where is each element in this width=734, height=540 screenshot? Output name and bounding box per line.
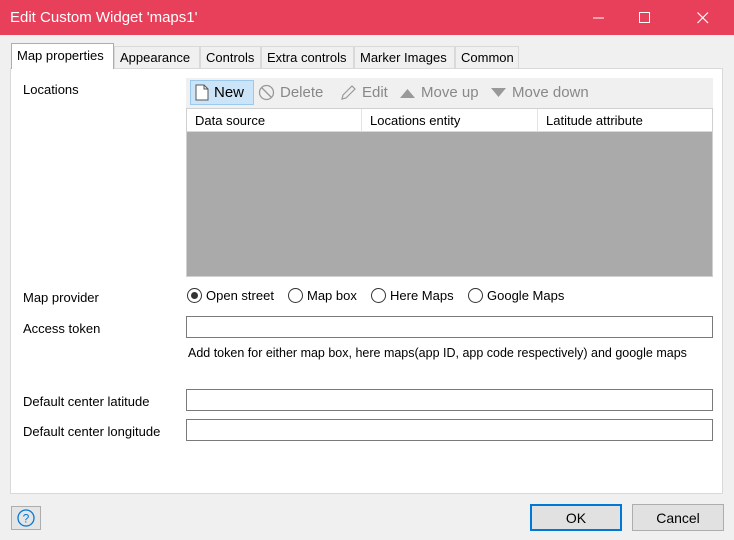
edit-pencil-icon xyxy=(341,85,356,100)
maximize-icon xyxy=(639,11,650,23)
radio-map-box[interactable]: Map box xyxy=(288,288,357,303)
access-token-hint: Add token for either map box, here maps(… xyxy=(188,346,687,360)
tab-marker-images[interactable]: Marker Images xyxy=(354,46,455,68)
edit-button-label: Edit xyxy=(362,84,388,101)
radio-button[interactable] xyxy=(371,288,386,303)
radio-label: Open street xyxy=(206,288,274,303)
radio-label: Google Maps xyxy=(487,288,565,303)
default-center-latitude-input[interactable] xyxy=(186,389,713,411)
default-center-longitude-input[interactable] xyxy=(186,419,713,441)
svg-text:?: ? xyxy=(23,512,30,526)
radio-button[interactable] xyxy=(288,288,303,303)
close-icon xyxy=(697,11,709,23)
access-token-label: Access token xyxy=(23,321,101,336)
cancel-button[interactable]: Cancel xyxy=(632,504,724,531)
move-up-button-label: Move up xyxy=(421,84,479,101)
map-provider-label: Map provider xyxy=(23,290,99,305)
radio-button[interactable] xyxy=(468,288,483,303)
ok-button[interactable]: OK xyxy=(530,504,622,531)
minimize-button[interactable] xyxy=(576,0,622,35)
move-down-icon xyxy=(491,87,506,97)
locations-grid[interactable]: Data source Locations entity Latitude at… xyxy=(186,108,713,277)
tab-common[interactable]: Common xyxy=(455,46,519,68)
move-up-button[interactable]: Move up xyxy=(399,80,479,105)
locations-toolbar: New Delete Edit Move up Move down xyxy=(186,78,713,108)
column-header-locations-entity[interactable]: Locations entity xyxy=(362,109,538,131)
column-header-latitude-attribute[interactable]: Latitude attribute xyxy=(538,109,712,131)
tab-extra-controls[interactable]: Extra controls xyxy=(261,46,354,68)
delete-icon xyxy=(258,84,275,101)
move-down-button-label: Move down xyxy=(512,84,589,101)
default-center-longitude-label: Default center longitude xyxy=(23,424,161,439)
new-document-icon xyxy=(195,84,209,101)
edit-button[interactable]: Edit xyxy=(340,80,388,105)
tab-appearance[interactable]: Appearance xyxy=(114,46,200,68)
grid-header: Data source Locations entity Latitude at… xyxy=(187,109,712,132)
radio-google-maps[interactable]: Google Maps xyxy=(468,288,564,303)
radio-here-maps[interactable]: Here Maps xyxy=(371,288,454,303)
window-title: Edit Custom Widget 'maps1' xyxy=(10,9,198,26)
new-button-label: New xyxy=(214,84,245,101)
move-down-button[interactable]: Move down xyxy=(490,80,589,105)
maximize-button[interactable] xyxy=(622,0,668,35)
title-bar: Edit Custom Widget 'maps1' xyxy=(0,0,734,35)
minimize-icon xyxy=(593,17,604,18)
radio-label: Map box xyxy=(307,288,357,303)
tab-map-properties[interactable]: Map properties xyxy=(11,43,114,69)
radio-button-selected[interactable] xyxy=(187,288,202,303)
radio-label: Here Maps xyxy=(390,288,454,303)
help-icon: ? xyxy=(17,509,35,527)
help-button[interactable]: ? xyxy=(11,506,41,530)
delete-button[interactable]: Delete xyxy=(258,80,323,105)
default-center-latitude-label: Default center latitude xyxy=(23,394,150,409)
access-token-input[interactable] xyxy=(186,316,713,338)
delete-button-label: Delete xyxy=(280,84,324,101)
close-button[interactable] xyxy=(680,0,726,35)
move-up-icon xyxy=(400,88,415,98)
locations-label: Locations xyxy=(23,82,79,97)
tab-controls[interactable]: Controls xyxy=(200,46,261,68)
column-header-data-source[interactable]: Data source xyxy=(187,109,362,131)
new-button[interactable]: New xyxy=(190,80,254,105)
radio-open-street[interactable]: Open street xyxy=(187,288,274,303)
